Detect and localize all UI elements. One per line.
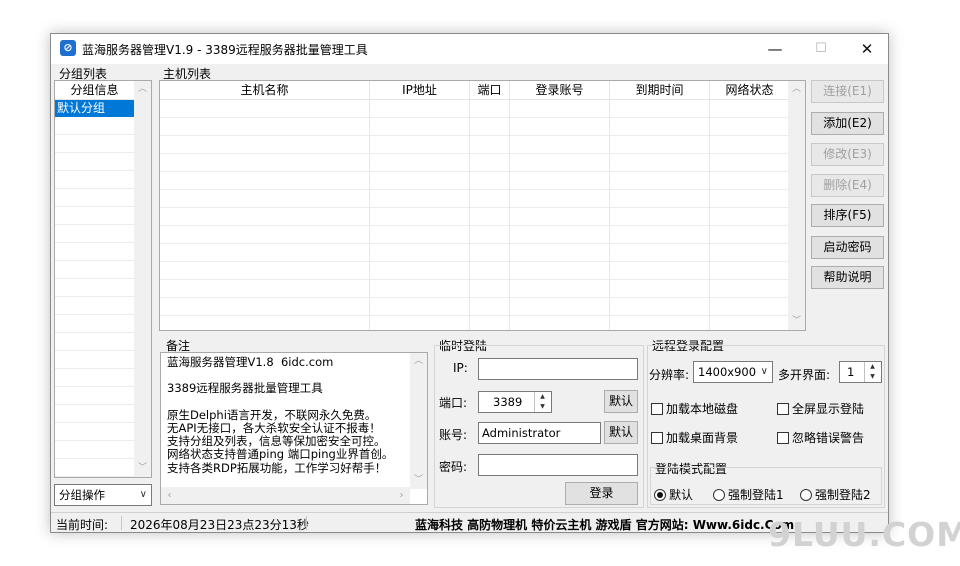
host-scrollbar[interactable]: ︿ ﹀ <box>788 81 805 330</box>
multi-open-input[interactable]: 1 ▲ ▼ <box>839 361 882 383</box>
scroll-down-icon[interactable]: ﹀ <box>410 472 427 489</box>
connect-button[interactable]: 连接(E1) <box>811 80 884 103</box>
column-port[interactable]: 端口 <box>470 81 510 100</box>
mode-force2-radio[interactable]: 强制登陆2 <box>800 486 871 503</box>
scroll-up-icon[interactable]: ︿ <box>134 81 151 98</box>
scroll-up-icon[interactable]: ︿ <box>410 353 427 370</box>
group-item-default[interactable]: 默认分组 <box>55 100 134 117</box>
checkbox-icon[interactable] <box>651 432 663 444</box>
notes-hscrollbar[interactable]: ‹ › <box>161 487 410 504</box>
spin-down-icon: ▼ <box>540 403 545 410</box>
resolution-select[interactable]: 1400x900 ∨ <box>693 361 773 383</box>
account-input[interactable]: Administrator <box>478 422 601 444</box>
status-bar: 当前时间: 2026年08月23日23点23分13秒 蓝海科技 高防物理机 特价… <box>51 512 888 532</box>
multi-open-spinner[interactable]: ▲ ▼ <box>864 362 880 382</box>
chevron-down-icon: ∨ <box>760 366 768 377</box>
sort-button[interactable]: 排序(F5) <box>811 204 884 227</box>
load-wallpaper-label: 加载桌面背景 <box>666 431 739 445</box>
port-default-button[interactable]: 默认 <box>604 390 638 413</box>
account-default-button[interactable]: 默认 <box>604 421 638 444</box>
ignore-errors-label: 忽略错误警告 <box>792 431 865 445</box>
mode-force2-label: 强制登陆2 <box>815 488 871 502</box>
password-label: 密码: <box>439 460 468 474</box>
mode-default-label: 默认 <box>669 488 694 502</box>
close-button[interactable]: ✕ <box>844 34 888 64</box>
resolution-value: 1400x900 <box>698 365 757 379</box>
group-scrollbar[interactable]: ︿ ﹀ <box>134 81 151 477</box>
scroll-right-icon[interactable]: › <box>393 487 410 504</box>
radio-icon[interactable] <box>800 489 812 501</box>
company-info: 蓝海科技 高防物理机 特价云主机 游戏盾 官方网站: Www.6idc.Com <box>415 518 795 532</box>
radio-selected-icon[interactable] <box>654 489 666 501</box>
group-operation-select[interactable]: 分组操作 ∨ <box>54 484 152 506</box>
startup-password-button[interactable]: 启动密码 <box>811 236 884 259</box>
group-column-header[interactable]: 分组信息 <box>55 81 134 100</box>
host-grid[interactable]: 主机名称 IP地址 端口 登录账号 到期时间 网络状态 ︿ ﹀ <box>159 80 806 331</box>
scroll-down-icon[interactable]: ﹀ <box>134 460 151 477</box>
scroll-down-icon[interactable]: ﹀ <box>788 313 805 330</box>
add-button[interactable]: 添加(E2) <box>811 112 884 135</box>
host-grid-body <box>160 100 788 330</box>
edit-button[interactable]: 修改(E3) <box>811 143 884 166</box>
maximize-button[interactable]: ☐ <box>798 34 844 64</box>
column-network-status[interactable]: 网络状态 <box>710 81 789 100</box>
multi-open-value: 1 <box>847 365 855 379</box>
app-window: ⊘ 蓝海服务器管理V1.9 - 3389远程服务器批量管理工具 — ☐ ✕ 分组… <box>50 33 889 533</box>
multi-open-label: 多开界面: <box>778 368 831 382</box>
mode-force1-label: 强制登陆1 <box>728 488 784 502</box>
window-title: 蓝海服务器管理V1.9 - 3389远程服务器批量管理工具 <box>82 43 368 57</box>
delete-button[interactable]: 删除(E4) <box>811 174 884 197</box>
port-input[interactable]: 3389 ▲ ▼ <box>478 391 552 413</box>
mode-default-radio[interactable]: 默认 <box>654 486 693 503</box>
spin-down-icon: ▼ <box>870 373 875 380</box>
port-label: 端口: <box>439 396 468 410</box>
notes-memo[interactable]: 蓝海服务器管理V1.8 6idc.com 3389远程服务器批量管理工具 原生D… <box>160 352 428 505</box>
radio-icon[interactable] <box>713 489 725 501</box>
title-bar: ⊘ 蓝海服务器管理V1.9 - 3389远程服务器批量管理工具 — ☐ ✕ <box>51 34 888 64</box>
group-operation-value: 分组操作 <box>59 488 105 502</box>
notes-text[interactable]: 蓝海服务器管理V1.8 6idc.com 3389远程服务器批量管理工具 原生D… <box>167 355 393 475</box>
checkbox-icon[interactable] <box>777 432 789 444</box>
host-grid-header: 主机名称 IP地址 端口 登录账号 到期时间 网络状态 <box>160 81 789 100</box>
column-ip[interactable]: IP地址 <box>370 81 470 100</box>
ip-input[interactable] <box>478 358 638 380</box>
help-button[interactable]: 帮助说明 <box>811 266 884 289</box>
chevron-down-icon: ∨ <box>139 489 147 500</box>
port-spinner[interactable]: ▲ ▼ <box>534 392 550 412</box>
scroll-left-icon[interactable]: ‹ <box>161 487 178 504</box>
load-disk-label: 加载本地磁盘 <box>666 402 739 416</box>
current-time-label: 当前时间: <box>56 518 109 532</box>
port-value: 3389 <box>493 395 523 409</box>
column-expire[interactable]: 到期时间 <box>610 81 710 100</box>
password-input[interactable] <box>478 454 638 476</box>
checkbox-icon[interactable] <box>777 403 789 415</box>
checkbox-icon[interactable] <box>651 403 663 415</box>
mode-force1-radio[interactable]: 强制登陆1 <box>713 486 784 503</box>
resolution-label: 分辨率: <box>649 368 690 382</box>
minimize-button[interactable]: — <box>752 34 798 64</box>
spin-up-icon: ▲ <box>540 393 545 400</box>
load-wallpaper-checkbox[interactable]: 加载桌面背景 <box>651 429 738 446</box>
group-empty-rows <box>55 117 134 477</box>
column-host-name[interactable]: 主机名称 <box>160 81 370 100</box>
app-logo-icon: ⊘ <box>60 40 76 56</box>
login-button[interactable]: 登录 <box>565 482 638 505</box>
account-label: 账号: <box>439 428 468 442</box>
ip-label: IP: <box>453 361 468 375</box>
notes-vscrollbar[interactable]: ︿ ﹀ <box>410 353 427 489</box>
current-time-value: 2026年08月23日23点23分13秒 <box>130 518 309 532</box>
fullscreen-checkbox[interactable]: 全屏显示登陆 <box>777 400 864 417</box>
scroll-up-icon[interactable]: ︿ <box>788 81 805 98</box>
load-disk-checkbox[interactable]: 加载本地磁盘 <box>651 400 738 417</box>
group-listbox[interactable]: 分组信息 默认分组 ︿ ﹀ <box>54 80 152 478</box>
ignore-errors-checkbox[interactable]: 忽略错误警告 <box>777 429 864 446</box>
column-account[interactable]: 登录账号 <box>510 81 610 100</box>
fullscreen-label: 全屏显示登陆 <box>792 402 865 416</box>
spin-up-icon: ▲ <box>870 363 875 370</box>
watermark-logo: 9LUU.COM <box>768 515 960 554</box>
